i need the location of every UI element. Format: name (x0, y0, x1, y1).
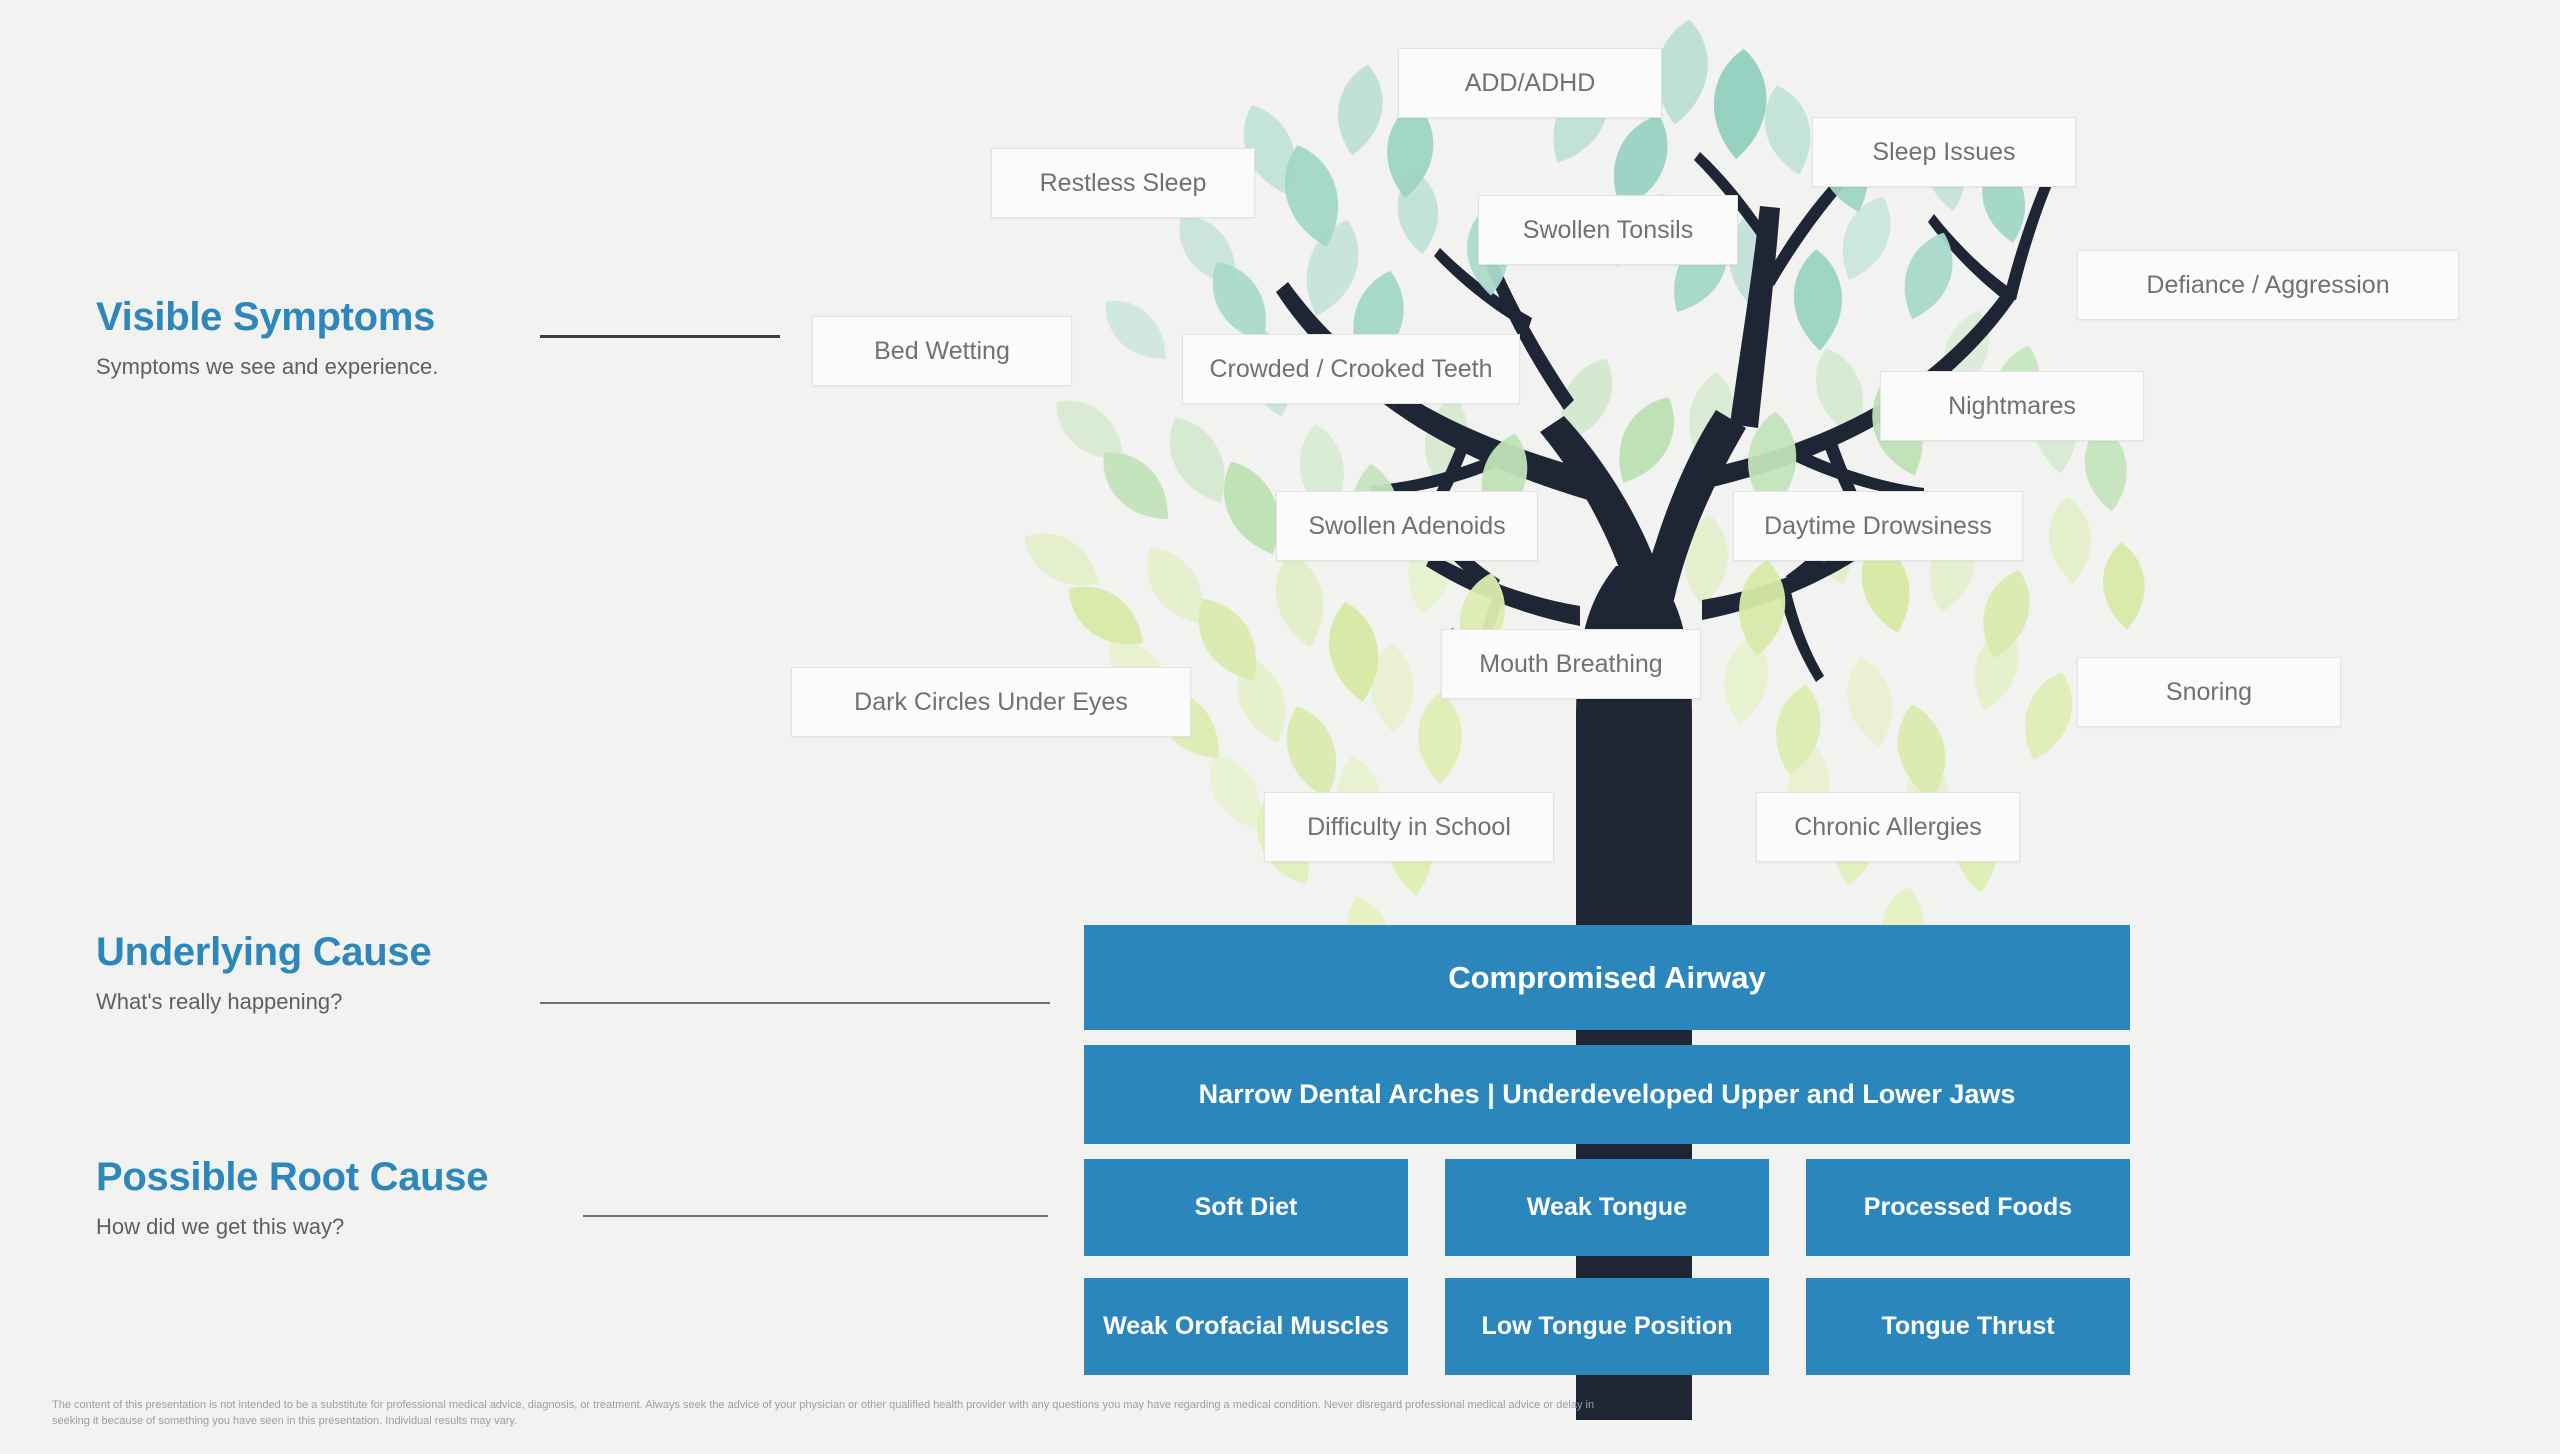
section-title: Underlying Cause (96, 930, 432, 974)
symptom-chip-chronic-allergies[interactable]: Chronic Allergies (1756, 792, 2020, 862)
root-cause-label: Processed Foods (1863, 1193, 2073, 1221)
symptom-label: Defiance / Aggression (2146, 270, 2390, 299)
underlying-cause-secondary-label: Narrow Dental Arches | Underdeveloped Up… (1198, 1079, 2016, 1109)
legal-disclaimer: The content of this presentation is not … (52, 1399, 1595, 1428)
section-title: Visible Symptoms (96, 295, 436, 339)
symptom-label: Sleep Issues (1872, 137, 2016, 166)
section-subtitle: How did we get this way? (96, 1214, 345, 1239)
symptom-chip-restless-sleep[interactable]: Restless Sleep (991, 148, 1255, 218)
symptom-chip-snoring[interactable]: Snoring (2077, 657, 2341, 727)
root-cause-box-processed-foods[interactable]: Processed Foods (1806, 1159, 2130, 1256)
section-possible-root-cause: Possible Root Cause How did we get this … (96, 1155, 488, 1240)
symptom-label: Swollen Adenoids (1308, 511, 1506, 540)
symptom-label: Difficulty in School (1307, 812, 1511, 841)
root-cause-label: Low Tongue Position (1481, 1312, 1733, 1340)
symptom-chip-dark-circles[interactable]: Dark Circles Under Eyes (791, 667, 1191, 737)
symptom-chip-bed-wetting[interactable]: Bed Wetting (812, 316, 1072, 386)
symptom-label: Nightmares (1948, 391, 2076, 420)
symptom-label: Restless Sleep (1039, 168, 1207, 197)
underlying-cause-secondary-box[interactable]: Narrow Dental Arches | Underdeveloped Up… (1084, 1045, 2130, 1144)
symptom-label: Crowded / Crooked Teeth (1209, 354, 1493, 383)
heading-rule-underlying-cause (540, 1002, 1050, 1004)
root-cause-box-soft-diet[interactable]: Soft Diet (1084, 1159, 1408, 1256)
symptom-chip-sleep-issues[interactable]: Sleep Issues (1812, 117, 2076, 187)
symptom-label: Mouth Breathing (1479, 649, 1663, 678)
section-title: Possible Root Cause (96, 1155, 489, 1199)
root-cause-label: Weak Orofacial Muscles (1103, 1312, 1389, 1340)
symptom-label: Dark Circles Under Eyes (854, 687, 1128, 716)
heading-rule-possible-root-cause (583, 1215, 1048, 1217)
root-cause-box-weak-orofacial-muscles[interactable]: Weak Orofacial Muscles (1084, 1278, 1408, 1375)
root-cause-label: Tongue Thrust (1881, 1312, 2055, 1340)
root-cause-box-low-tongue-position[interactable]: Low Tongue Position (1445, 1278, 1769, 1375)
symptom-chip-crowded-crooked-teeth[interactable]: Crowded / Crooked Teeth (1182, 334, 1520, 404)
underlying-cause-primary-label: Compromised Airway (1448, 959, 1766, 995)
symptom-chip-swollen-tonsils[interactable]: Swollen Tonsils (1478, 195, 1738, 265)
symptom-chip-mouth-breathing[interactable]: Mouth Breathing (1441, 629, 1701, 699)
section-subtitle: What's really happening? (96, 989, 343, 1014)
section-visible-symptoms: Visible Symptoms Symptoms we see and exp… (96, 295, 438, 380)
root-cause-box-tongue-thrust[interactable]: Tongue Thrust (1806, 1278, 2130, 1375)
symptom-label: Bed Wetting (874, 336, 1010, 365)
symptom-label: Daytime Drowsiness (1764, 511, 1992, 540)
symptom-label: Chronic Allergies (1794, 812, 1982, 841)
symptom-label: Swollen Tonsils (1522, 215, 1694, 244)
infographic-slide: Visible Symptoms Symptoms we see and exp… (0, 0, 2560, 1454)
symptom-chip-add-adhd[interactable]: ADD/ADHD (1398, 48, 1662, 118)
symptom-chip-daytime-drowsiness[interactable]: Daytime Drowsiness (1733, 491, 2023, 561)
underlying-cause-primary-box[interactable]: Compromised Airway (1084, 925, 2130, 1030)
section-subtitle: Symptoms we see and experience. (96, 354, 439, 379)
symptom-chip-defiance-aggression[interactable]: Defiance / Aggression (2077, 250, 2459, 320)
symptom-chip-swollen-adenoids[interactable]: Swollen Adenoids (1276, 491, 1538, 561)
root-cause-label: Weak Tongue (1526, 1193, 1688, 1221)
symptom-chip-nightmares[interactable]: Nightmares (1880, 371, 2144, 441)
symptom-chip-difficulty-in-school[interactable]: Difficulty in School (1264, 792, 1554, 862)
symptom-label: Snoring (2165, 677, 2253, 706)
root-cause-label: Soft Diet (1194, 1193, 1298, 1221)
section-underlying-cause: Underlying Cause What's really happening… (96, 930, 432, 1015)
symptom-label: ADD/ADHD (1464, 68, 1596, 97)
heading-rule-visible-symptoms (540, 335, 780, 338)
root-cause-box-weak-tongue[interactable]: Weak Tongue (1445, 1159, 1769, 1256)
